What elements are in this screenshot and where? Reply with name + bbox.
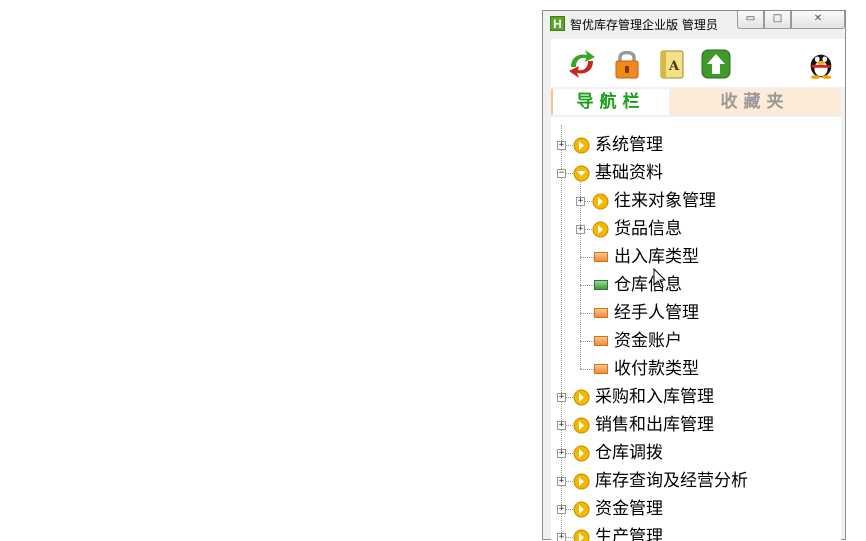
tree-node-label: 仓库信息: [614, 275, 682, 295]
address-book-icon[interactable]: A: [655, 47, 689, 81]
tree-connector: [580, 257, 594, 258]
tree-node-label: 销售和出库管理: [595, 415, 714, 435]
collapse-minus-icon[interactable]: −: [557, 169, 566, 178]
tree-node-purchasing[interactable]: + 采购和入库管理: [551, 384, 841, 410]
tree-node-label: 资金管理: [595, 499, 663, 519]
tree-node-sales[interactable]: + 销售和出库管理: [551, 412, 841, 438]
tree-node-label: 仓库调拨: [595, 443, 663, 463]
leaf-node-icon: [594, 364, 608, 374]
folder-node-icon: [573, 529, 590, 541]
tree-node-handlers[interactable]: 经手人管理: [551, 300, 841, 326]
expand-plus-icon[interactable]: +: [557, 141, 566, 150]
tree-node-label: 库存查询及经营分析: [595, 471, 748, 491]
tree-node-label: 经手人管理: [614, 303, 699, 323]
tab-navigation[interactable]: 导航栏: [551, 89, 669, 115]
leaf-node-icon: [594, 308, 608, 318]
folder-node-icon: [573, 389, 590, 406]
expand-plus-icon[interactable]: +: [557, 533, 566, 541]
mouse-cursor-icon: [653, 268, 667, 289]
close-button[interactable]: ✕: [791, 11, 845, 29]
maximize-button[interactable]: □: [764, 11, 791, 29]
tree-node-transfer[interactable]: + 仓库调拨: [551, 440, 841, 466]
tree-node-accounts[interactable]: 资金账户: [551, 328, 841, 354]
tree-node-system[interactable]: + 系统管理: [551, 132, 841, 158]
tree-node-label: 基础资料: [595, 163, 663, 183]
tree-node-inventory-analysis[interactable]: + 库存查询及经营分析: [551, 468, 841, 494]
tree-node-label: 往来对象管理: [614, 191, 716, 211]
tree-node-label: 货品信息: [614, 219, 682, 239]
upload-arrow-icon[interactable]: [699, 47, 733, 81]
app-window: H 智优库存管理企业版 管理员 ▭ □ ✕ A 导航栏 收藏夹 + 系统管理 −…: [542, 10, 846, 541]
qq-penguin-icon[interactable]: [805, 47, 837, 81]
tree-node-production[interactable]: + 生产管理: [551, 524, 841, 541]
tree-node-label: 采购和入库管理: [595, 387, 714, 407]
folder-node-icon: [592, 193, 609, 210]
folder-node-icon: [573, 445, 590, 462]
tree-node-funds[interactable]: + 资金管理: [551, 496, 841, 522]
leaf-node-selected-icon: [594, 280, 608, 290]
refresh-arrows-icon[interactable]: [565, 47, 599, 81]
folder-node-icon: [573, 473, 590, 490]
tree-connector: [580, 285, 594, 286]
tree-connector: [580, 369, 594, 370]
expand-plus-icon[interactable]: +: [557, 393, 566, 402]
tree-node-label: 资金账户: [614, 331, 682, 351]
folder-node-icon: [573, 417, 590, 434]
tab-favorites[interactable]: 收藏夹: [670, 89, 840, 115]
expand-plus-icon[interactable]: +: [557, 449, 566, 458]
expand-plus-icon[interactable]: +: [576, 225, 585, 234]
minimize-button[interactable]: ▭: [737, 11, 764, 29]
tree-node-label: 出入库类型: [614, 247, 699, 267]
folder-node-icon: [573, 501, 590, 518]
tree-node-basic-info[interactable]: − 基础资料: [551, 160, 841, 186]
expand-plus-icon[interactable]: +: [557, 421, 566, 430]
navigation-tree: + 系统管理 − 基础资料 + 往来对象管理 + 货品信息 出入库类型 仓库信息…: [551, 117, 841, 541]
tab-bar: 导航栏 收藏夹: [551, 89, 845, 115]
tree-connector: [580, 341, 594, 342]
tree-node-contacts[interactable]: + 往来对象管理: [551, 188, 841, 214]
expand-plus-icon[interactable]: +: [576, 197, 585, 206]
title-bar[interactable]: H 智优库存管理企业版 管理员 ▭ □ ✕: [543, 11, 845, 37]
window-title: 智优库存管理企业版 管理员: [570, 18, 718, 32]
tree-node-warehouse-info[interactable]: 仓库信息: [551, 272, 841, 298]
toolbar: A: [551, 39, 845, 87]
tree-connector: [580, 313, 594, 314]
lock-icon[interactable]: [610, 47, 644, 81]
leaf-node-icon: [594, 252, 608, 262]
tree-node-io-types[interactable]: 出入库类型: [551, 244, 841, 270]
expand-plus-icon[interactable]: +: [557, 477, 566, 486]
folder-node-icon: [573, 137, 590, 154]
folder-node-icon: [592, 221, 609, 238]
leaf-node-icon: [594, 336, 608, 346]
tree-node-label: 收付款类型: [614, 359, 699, 379]
tree-node-label: 系统管理: [595, 135, 663, 155]
expand-plus-icon[interactable]: +: [557, 505, 566, 514]
folder-node-icon: [573, 165, 590, 182]
tree-node-goods[interactable]: + 货品信息: [551, 216, 841, 242]
tree-node-payment-types[interactable]: 收付款类型: [551, 356, 841, 382]
app-logo-icon: H: [550, 16, 565, 31]
svg-text:A: A: [668, 59, 680, 74]
